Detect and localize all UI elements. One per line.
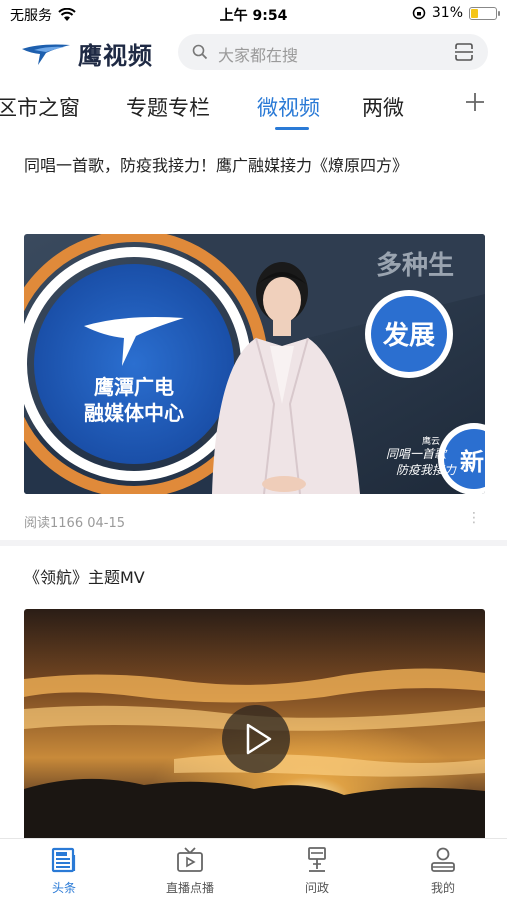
thumb-caption-brand: 鹰云 bbox=[422, 435, 440, 447]
orientation-lock-icon bbox=[412, 6, 426, 20]
thumb-banner-text: 多种生 bbox=[376, 251, 454, 281]
video-thumbnail[interactable] bbox=[24, 609, 485, 838]
bottom-tab-bar: 头条 直播点播 问政 我的 bbox=[0, 838, 507, 900]
header: 鹰视频 大家都在搜 bbox=[0, 30, 507, 76]
active-tab-indicator bbox=[275, 127, 309, 130]
tab-two-micro[interactable]: 两微 bbox=[362, 92, 404, 122]
tabbar-label: 我的 bbox=[430, 881, 455, 895]
thumb-center-line2: 融媒体中心 bbox=[84, 401, 184, 425]
status-bar: 无服务 上午 9:54 31% bbox=[0, 0, 507, 28]
battery-fill bbox=[471, 8, 479, 18]
user-icon bbox=[431, 847, 455, 872]
tabbar-label: 头条 bbox=[51, 881, 76, 895]
feed-item-meta: 阅读1166 04-15 bbox=[24, 516, 125, 531]
category-tabs: 区市之窗 专题专栏 微视频 两微 bbox=[0, 80, 507, 134]
scan-icon[interactable] bbox=[454, 43, 474, 61]
battery-percent: 31% bbox=[431, 5, 463, 21]
tabbar-item-politics[interactable]: 问政 bbox=[267, 847, 367, 896]
more-options-icon[interactable]: ⋮ bbox=[467, 510, 481, 526]
eagle-logo-icon bbox=[22, 44, 70, 65]
thumb-badge-text: 发展 bbox=[382, 320, 435, 351]
tab-micro-video[interactable]: 微视频 bbox=[257, 92, 320, 122]
app-logo[interactable]: 鹰视频 bbox=[20, 36, 153, 71]
thumb-center-line1: 鹰潭广电 bbox=[94, 375, 174, 399]
headline-icon bbox=[51, 847, 76, 873]
feed-divider bbox=[0, 540, 507, 546]
tabbar-item-mine[interactable]: 我的 bbox=[393, 847, 493, 896]
video-thumbnail[interactable]: 鹰潭广电 融媒体中心 多种生 发展 新 鹰云 同唱一首歌 防疫我接力 bbox=[24, 234, 485, 494]
tv-icon bbox=[177, 847, 203, 872]
tab-district-window[interactable]: 区市之窗 bbox=[0, 92, 80, 122]
video-thumbnail-image: 鹰潭广电 融媒体中心 多种生 发展 新 鹰云 同唱一首歌 防疫我接力 bbox=[24, 234, 485, 494]
podium-icon bbox=[308, 847, 326, 872]
feed-item-title[interactable]: 同唱一首歌，防疫我接力！鹰广融媒接力《燎原四方》 bbox=[24, 152, 484, 176]
tabbar-item-live[interactable]: 直播点播 bbox=[140, 847, 240, 896]
add-tab-icon[interactable] bbox=[463, 90, 487, 114]
thumb-side-text: 新 bbox=[460, 448, 484, 476]
thumb-caption-line2: 防疫我接力 bbox=[396, 463, 457, 477]
search-icon bbox=[192, 44, 208, 60]
tabbar-label: 直播点播 bbox=[165, 881, 214, 895]
tab-special-topics[interactable]: 专题专栏 bbox=[126, 92, 210, 122]
feed-item-title[interactable]: 《领航》主题MV bbox=[24, 564, 484, 588]
logo-text: 鹰视频 bbox=[78, 42, 153, 70]
search-bar[interactable]: 大家都在搜 bbox=[178, 34, 488, 70]
search-placeholder: 大家都在搜 bbox=[218, 46, 299, 65]
tabbar-label: 问政 bbox=[304, 881, 329, 895]
video-thumbnail-image bbox=[24, 609, 485, 838]
battery-icon bbox=[469, 6, 500, 20]
status-right: 31% bbox=[412, 5, 500, 21]
tabbar-item-headline[interactable]: 头条 bbox=[14, 847, 114, 896]
thumb-caption-line1: 同唱一首歌 bbox=[386, 447, 448, 461]
